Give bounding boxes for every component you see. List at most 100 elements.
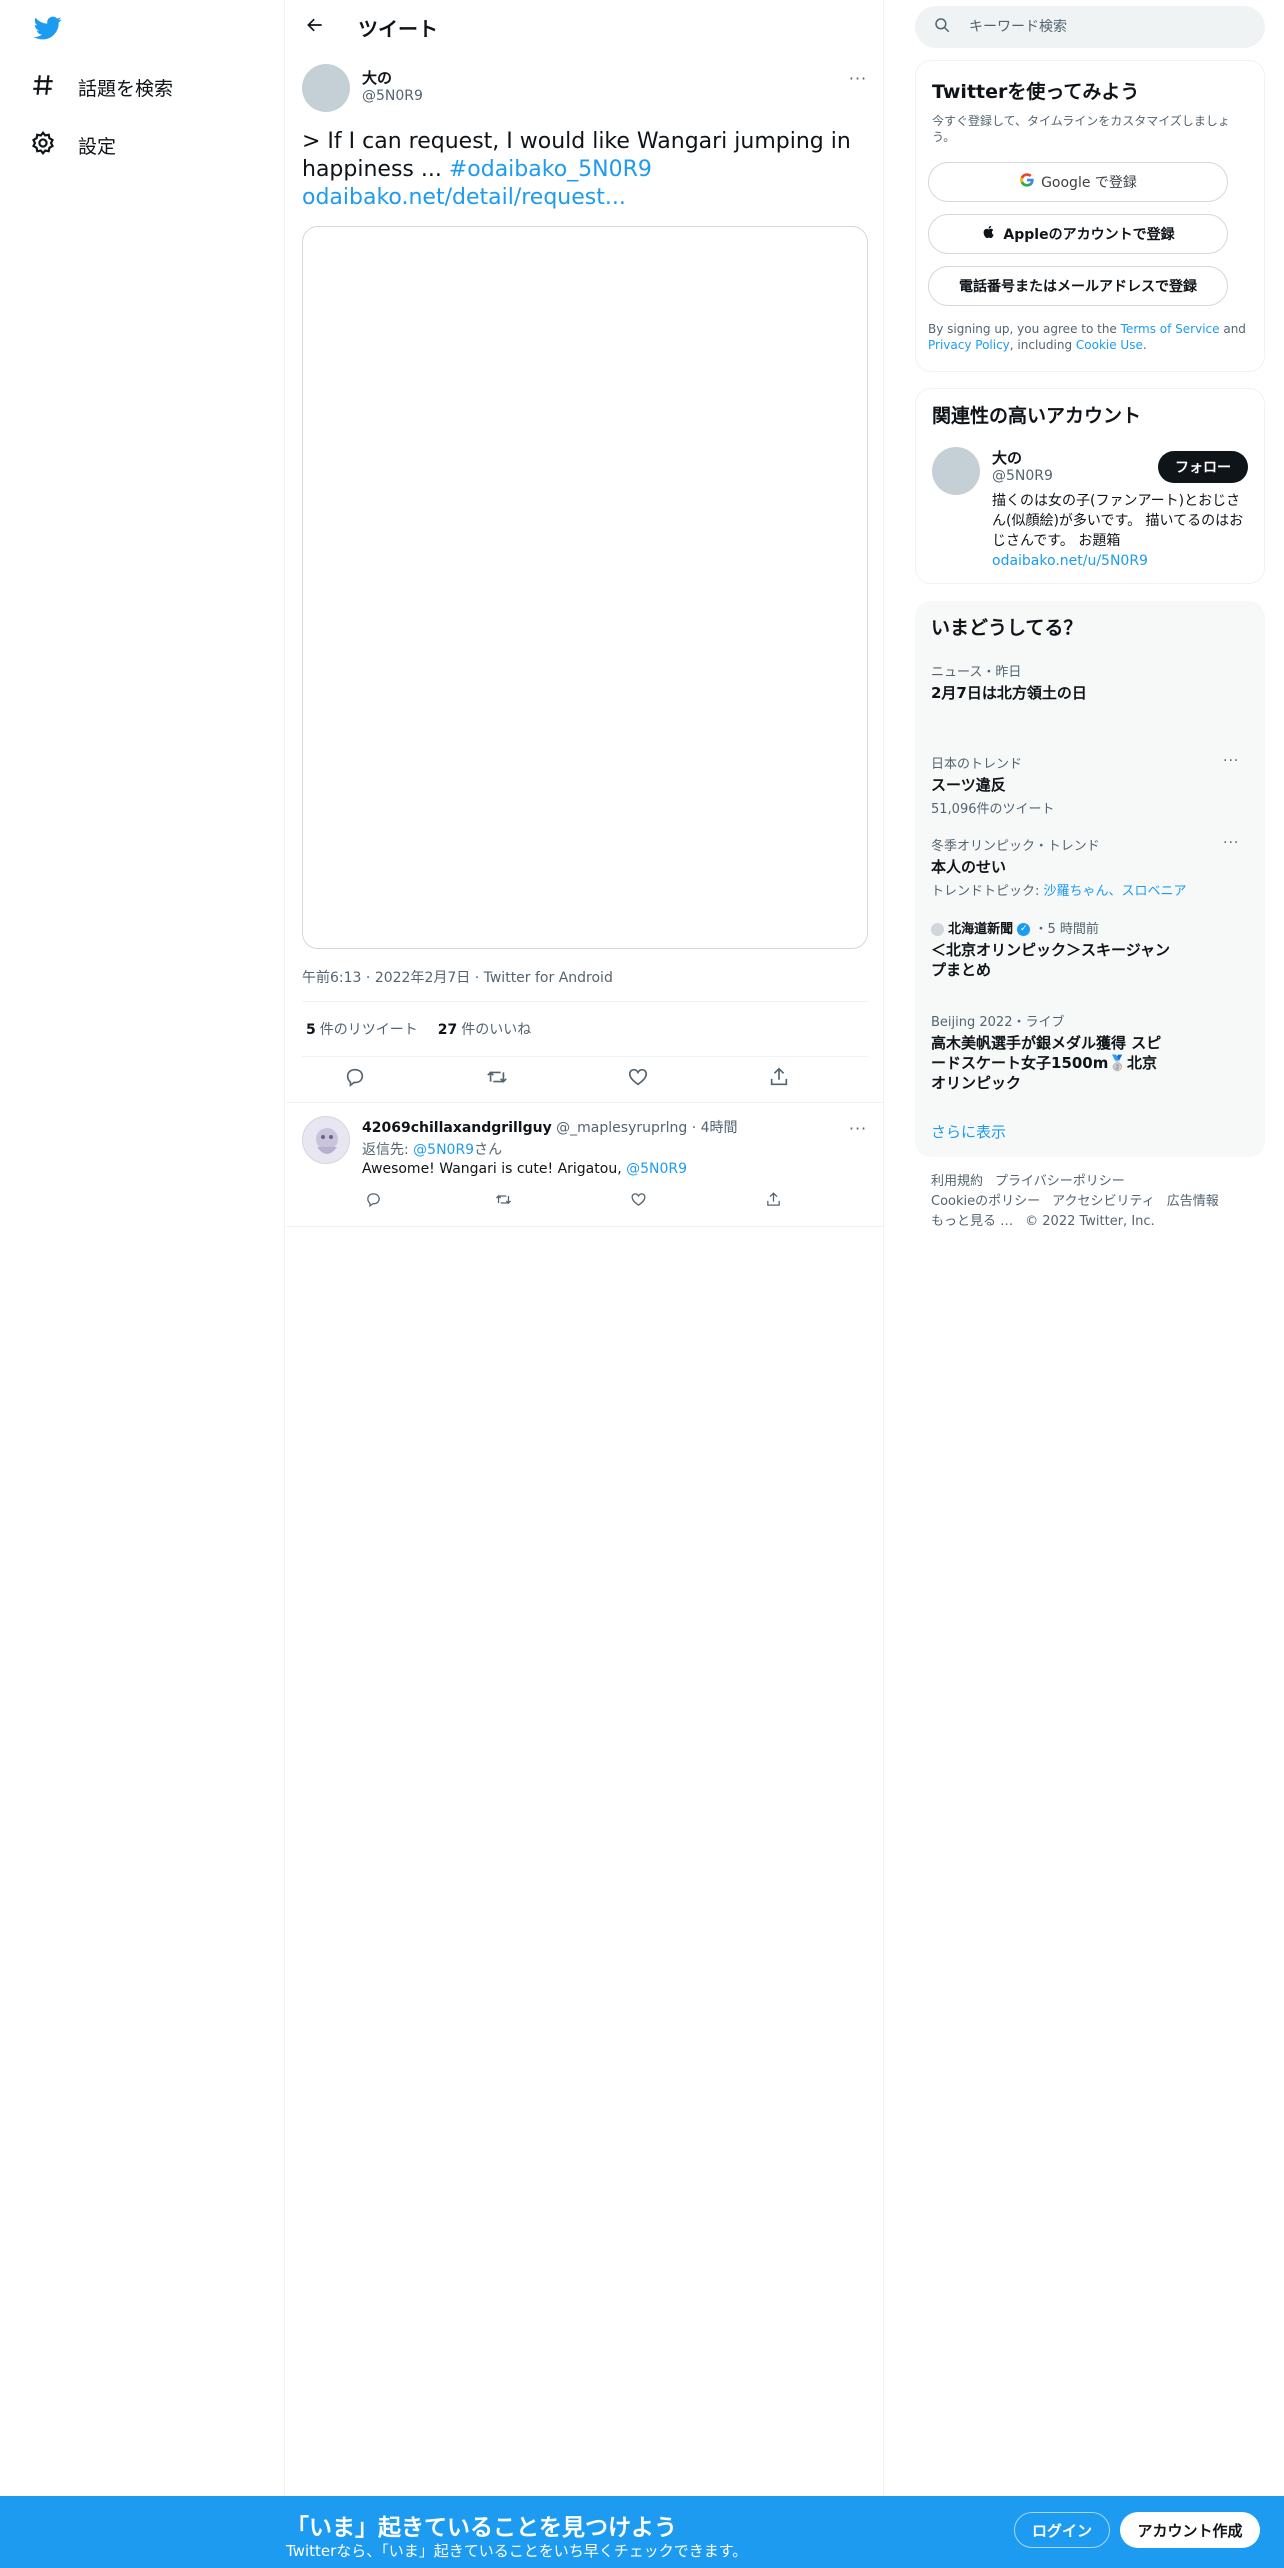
tweet-url-link[interactable]: odaibako.net/detail/request... (302, 185, 626, 210)
trend-title: 高木美帆選手が銀メダル獲得 スピードスケート女子1500m🥈北京オリンピック (931, 1034, 1162, 1092)
heart-icon (627, 1066, 649, 1092)
like-button[interactable] (625, 1066, 651, 1092)
cookie-use-link[interactable]: Cookie Use (1076, 338, 1143, 352)
terms-of-service-link[interactable]: Terms of Service (1121, 322, 1220, 336)
heart-icon (630, 1191, 647, 1212)
trend-more-button[interactable]: ··· (1223, 835, 1239, 851)
related-accounts-card: 関連性の高いアカウント 大の @5N0R9 フォロー 描くのは女の子(ファンアー… (915, 388, 1265, 584)
tweet-meta: 午前6:13 · 2022年2月7日 · Twitter for Android (302, 967, 613, 987)
author-handle[interactable]: @5N0R9 (362, 88, 423, 104)
trend-title: 本人のせい (931, 858, 1007, 876)
trend-title: ＜北京オリンピック＞スキージャンプまとめ (931, 941, 1170, 979)
retweet-icon (495, 1191, 512, 1212)
footer-link[interactable]: 広告情報 (1167, 1194, 1219, 1209)
main-column: ツイート 大の @5N0R9 ··· > If I can request, I… (286, 0, 884, 2568)
google-signup-button[interactable]: Google で登録 (928, 162, 1228, 202)
create-account-button[interactable]: アカウント作成 (1120, 2512, 1260, 2548)
more-dots-icon: ··· (1223, 753, 1240, 769)
author-avatar[interactable] (302, 64, 350, 112)
twitter-logo-icon[interactable] (32, 14, 64, 42)
footer-link[interactable]: アクセシビリティ (1052, 1194, 1155, 1209)
reply-author-name[interactable]: 42069chillaxandgrillguy (362, 1120, 552, 1136)
login-button[interactable]: ログイン (1014, 2512, 1110, 2548)
signup-title: Twitterを使ってみよう (932, 81, 1140, 103)
share-icon (765, 1191, 782, 1212)
trend-item[interactable]: Beijing 2022・ライブ 高木美帆選手が銀メダル獲得 スピードスケート女… (931, 1011, 1251, 1093)
reply-more-button[interactable]: ··· (846, 1118, 870, 1138)
footer-link[interactable]: もっと見る … (931, 1214, 1013, 1229)
trend-item[interactable]: ニュース・昨日 2月7日は北方領土の日 (931, 661, 1251, 703)
terms-text: By signing up, you agree to the Terms of… (928, 321, 1248, 353)
phone-signup-label: 電話番号またはメールアドレスで登録 (959, 279, 1197, 295)
tweet-stats: 5 件のリツイート 27 件のいいね (306, 1019, 551, 1039)
reply-header: 42069chillaxandgrillguy @_maplesyruprlng… (362, 1117, 738, 1137)
show-more-link[interactable]: さらに表示 (931, 1121, 1006, 1142)
reply-avatar[interactable] (302, 1116, 350, 1164)
reply-reply-button[interactable] (362, 1190, 384, 1212)
meta-separator: · (361, 970, 375, 986)
reply-retweet-button[interactable] (492, 1190, 514, 1212)
meta-separator: · (691, 1120, 697, 1136)
footer-link[interactable]: 利用規約 (931, 1174, 983, 1189)
terms-prefix: By signing up, you agree to the (928, 322, 1121, 336)
main-header: ツイート (286, 0, 884, 53)
trend-time: ・5 時間前 (1034, 922, 1099, 937)
divider (302, 1056, 868, 1057)
trend-topic-link[interactable]: 沙羅ちゃん、スロベニア (1044, 884, 1187, 899)
reply-icon (365, 1191, 382, 1212)
nav-explore[interactable]: 話題を検索 (30, 63, 173, 111)
reply-time[interactable]: 4時間 (701, 1120, 738, 1136)
back-button[interactable] (298, 10, 332, 44)
retweet-button[interactable] (484, 1066, 510, 1092)
gear-icon (30, 130, 56, 160)
related-handle[interactable]: @5N0R9 (992, 468, 1053, 484)
trend-item[interactable]: 北海道新聞 ✓ ・5 時間前 ＜北京オリンピック＞スキージャンプまとめ (931, 918, 1251, 980)
trend-title: スーツ違反 (931, 776, 1006, 794)
footer-link[interactable]: Cookieのポリシー (931, 1194, 1040, 1209)
related-bio-link[interactable]: odaibako.net/u/5N0R9 (992, 551, 1254, 571)
tweet-more-button[interactable]: ··· (846, 68, 870, 88)
like-count[interactable]: 27 件のいいね (438, 1019, 531, 1039)
tweet-date[interactable]: 2022年2月7日 (375, 970, 470, 986)
trend-more-button[interactable]: ··· (1223, 753, 1239, 769)
signup-subtitle: 今すぐ登録して、タイムラインをカスタマイズしましょう。 (932, 114, 1230, 144)
trends-card: いまどうしてる？ ニュース・昨日 2月7日は北方領土の日 日本のトレンド スーツ… (915, 601, 1265, 1157)
footer-links: 利用規約 プライバシーポリシー Cookieのポリシー アクセシビリティ 広告情報 も… (931, 1172, 1251, 1232)
search-box[interactable] (915, 6, 1265, 48)
related-name[interactable]: 大の (992, 447, 1022, 468)
reply-like-button[interactable] (627, 1190, 649, 1212)
reply-share-button[interactable] (762, 1190, 784, 1212)
reply-to-handle[interactable]: @5N0R9 (413, 1142, 474, 1158)
reply-mention[interactable]: @5N0R9 (626, 1161, 687, 1177)
reply-button[interactable] (342, 1066, 368, 1092)
reply-author-handle[interactable]: @_maplesyruprlng (556, 1120, 687, 1136)
apple-signup-button[interactable]: Appleのアカウントで登録 (928, 214, 1228, 254)
terms-including: , including (1009, 338, 1076, 352)
page-title: ツイート (358, 17, 438, 41)
terms-and: and (1219, 322, 1246, 336)
author-name[interactable]: 大の (362, 67, 392, 88)
search-input[interactable] (969, 19, 1249, 35)
left-nav: 話題を検索 設定 (0, 0, 285, 2568)
retweet-count[interactable]: 5 件のリツイート (306, 1019, 418, 1039)
nav-settings[interactable]: 設定 (30, 121, 116, 169)
trend-item[interactable]: 冬季オリンピック・トレンド 本人のせい トレンドトピック: 沙羅ちゃん、スロベニ… (931, 835, 1251, 899)
privacy-policy-link[interactable]: Privacy Policy (928, 338, 1010, 352)
phone-signup-button[interactable]: 電話番号またはメールアドレスで登録 (928, 266, 1228, 306)
tweet-hashtag-link[interactable]: #odaibako_5N0R9 (449, 157, 652, 182)
tweet-time[interactable]: 午前6:13 (302, 970, 361, 986)
related-avatar[interactable] (932, 447, 980, 495)
trend-item[interactable]: 日本のトレンド スーツ違反 51,096件のツイート (931, 753, 1251, 817)
follow-button[interactable]: フォロー (1158, 451, 1248, 483)
more-dots-icon: ··· (848, 68, 868, 88)
reply-to-line: 返信先: @5N0R9さん (362, 1139, 502, 1159)
tweet-media[interactable] (302, 226, 868, 949)
trends-title: いまどうしてる？ (931, 617, 1083, 639)
google-icon (1019, 172, 1041, 192)
tweet-action-bar (302, 1060, 868, 1098)
verified-badge-icon: ✓ (1017, 923, 1031, 936)
trend-context: 冬季オリンピック・トレンド (931, 839, 1100, 854)
tweet-source[interactable]: Twitter for Android (484, 970, 613, 986)
share-button[interactable] (766, 1066, 792, 1092)
footer-link[interactable]: プライバシーポリシー (995, 1174, 1125, 1189)
